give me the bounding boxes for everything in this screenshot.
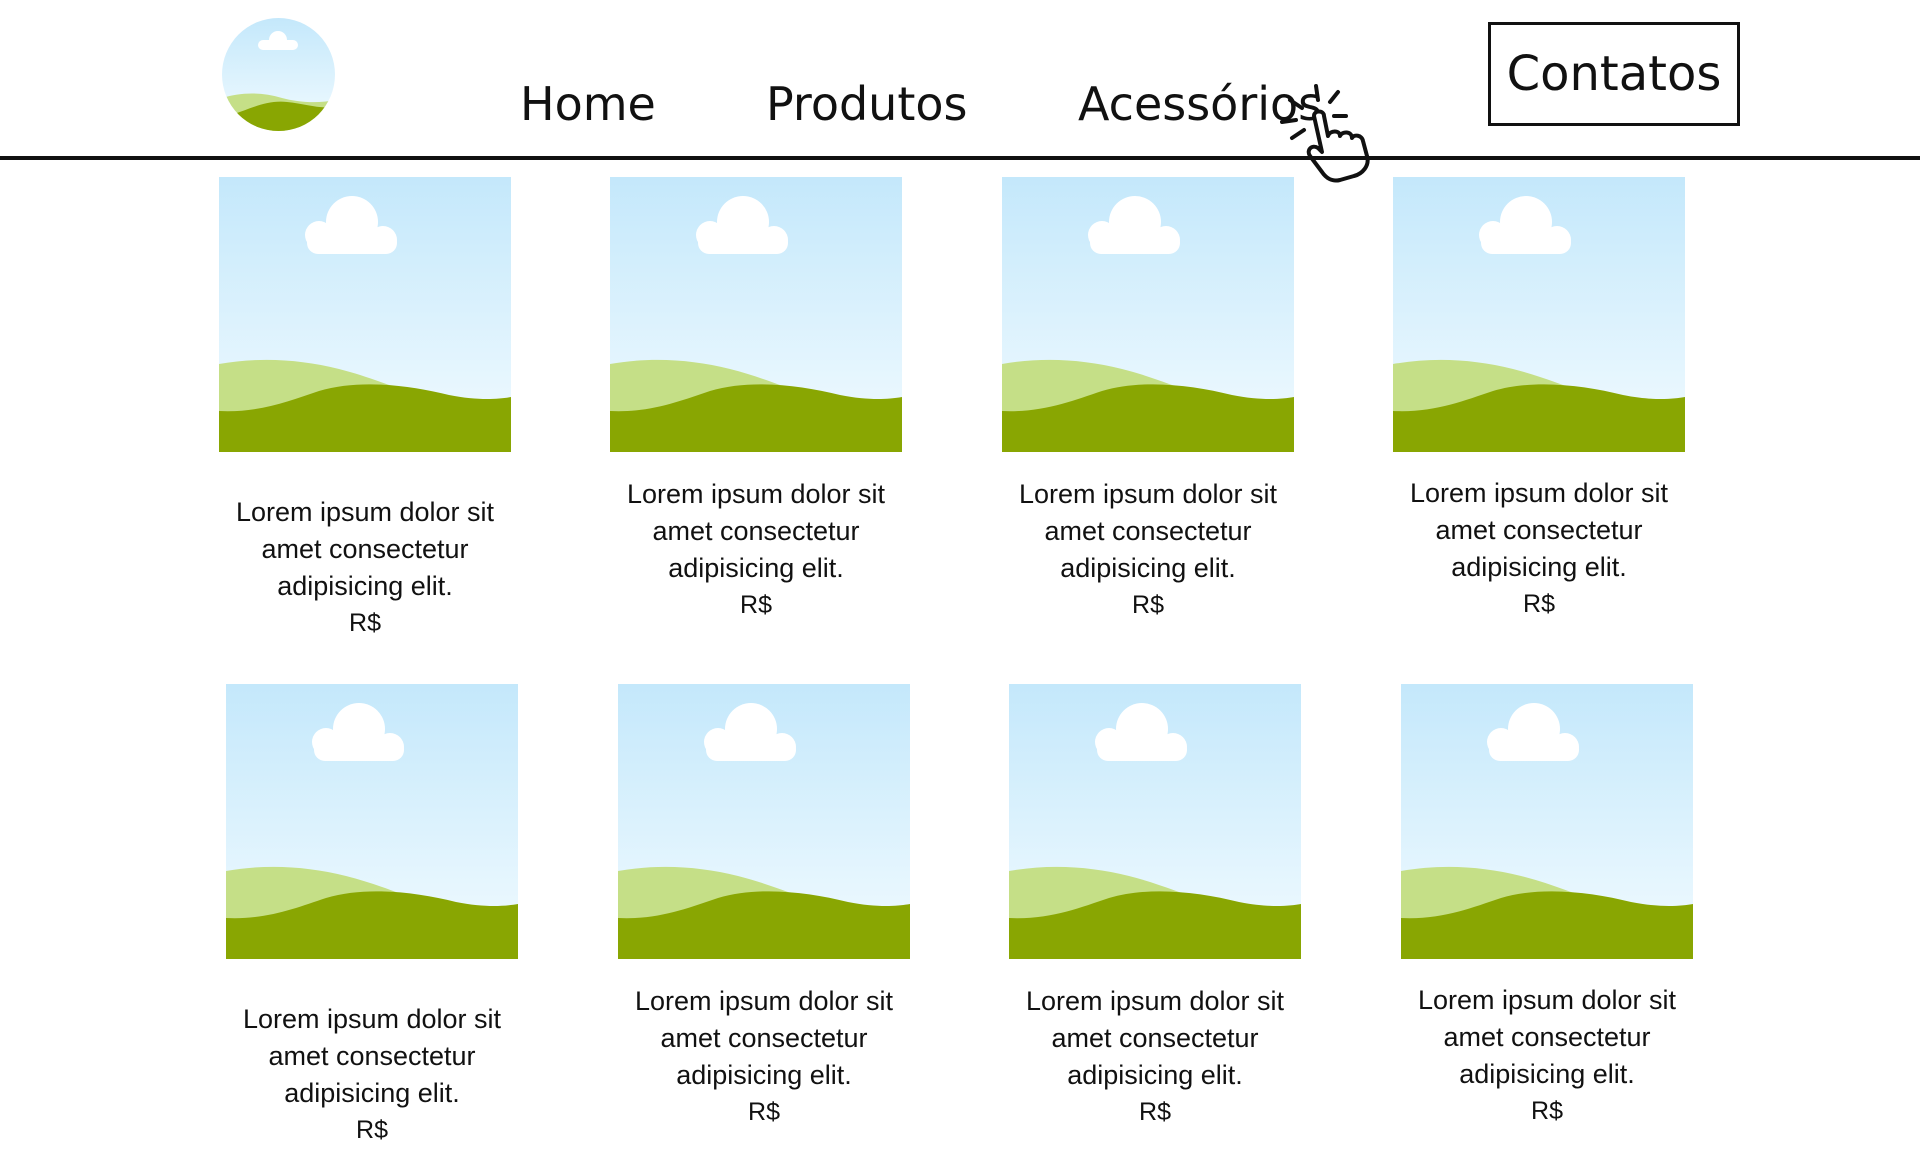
contatos-button[interactable]: Contatos [1488,22,1740,126]
image-placeholder-icon [618,684,910,959]
site-header: Home Produtos Acessórios Contatos [0,0,1920,183]
product-description: Lorem ipsum dolor sit amet consectetur a… [1417,985,1677,1089]
image-placeholder-icon [226,684,518,959]
product-description: Lorem ipsum dolor sit amet consectetur a… [634,986,894,1090]
product-card[interactable]: Lorem ipsum dolor sit amet consectetur a… [1393,177,1685,623]
product-description: Lorem ipsum dolor sit amet consectetur a… [1025,986,1285,1090]
product-price: R$ [1132,591,1164,619]
logo[interactable] [222,18,335,131]
product-price: R$ [740,591,772,619]
product-card[interactable]: Lorem ipsum dolor sit amet consectetur a… [1002,177,1294,624]
image-placeholder-icon [1002,177,1294,452]
product-description: Lorem ipsum dolor sit amet consectetur a… [242,1004,502,1108]
product-card[interactable]: Lorem ipsum dolor sit amet consectetur a… [1401,684,1693,1130]
pointer-hand-click-icon [1280,84,1370,183]
product-price: R$ [1531,1097,1563,1125]
image-placeholder-icon [610,177,902,452]
product-price: R$ [356,1116,388,1144]
image-placeholder-icon [219,177,511,452]
product-card[interactable]: Lorem ipsum dolor sit amet consectetur a… [1009,684,1301,1131]
nav-produtos[interactable]: Produtos [766,74,967,134]
product-description: Lorem ipsum dolor sit amet consectetur a… [235,497,495,601]
product-price: R$ [1139,1098,1171,1126]
product-description: Lorem ipsum dolor sit amet consectetur a… [626,479,886,583]
product-description: Lorem ipsum dolor sit amet consectetur a… [1018,479,1278,583]
product-price: R$ [1523,590,1555,618]
image-placeholder-icon [1401,684,1693,959]
product-description: Lorem ipsum dolor sit amet consectetur a… [1409,478,1669,582]
product-card[interactable]: Lorem ipsum dolor sit amet consectetur a… [219,177,511,642]
image-placeholder-icon [1393,177,1685,452]
image-placeholder-icon [1009,684,1301,959]
product-price: R$ [349,609,381,637]
product-card[interactable]: Lorem ipsum dolor sit amet consectetur a… [618,684,910,1131]
product-card[interactable]: Lorem ipsum dolor sit amet consectetur a… [226,684,518,1149]
nav-home[interactable]: Home [520,74,656,134]
header-divider [0,156,1920,160]
product-price: R$ [748,1098,780,1126]
product-card[interactable]: Lorem ipsum dolor sit amet consectetur a… [610,177,902,624]
landscape-logo-icon [222,18,335,131]
